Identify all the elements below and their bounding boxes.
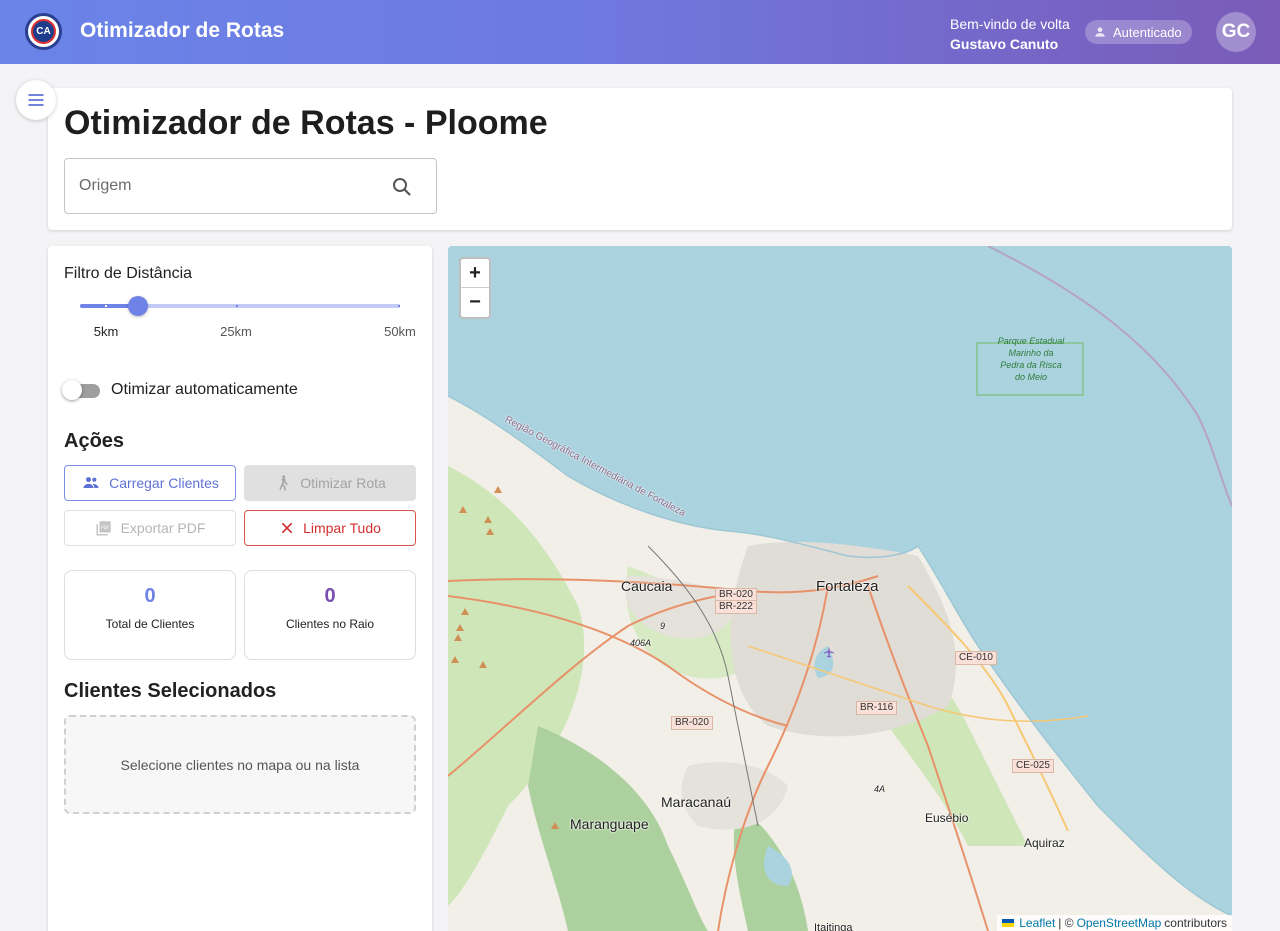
total-clients-value: 0	[144, 585, 156, 607]
total-clients-label: Total de Clientes	[105, 617, 195, 631]
app-logo: CA	[25, 13, 62, 50]
place-caucaia: Caucaia	[621, 578, 673, 594]
place-itaitinga: Itaitinga	[814, 922, 853, 931]
auth-status-chip: Autenticado	[1085, 20, 1192, 44]
road-ref: 4A	[874, 784, 886, 794]
optimize-route-button[interactable]: Otimizar Rota	[244, 465, 416, 501]
slider-thumb[interactable]	[128, 296, 148, 316]
place-maranguape: Maranguape	[570, 816, 649, 832]
road-shield: BR-222	[715, 600, 757, 614]
clear-all-button[interactable]: Limpar Tudo	[244, 510, 416, 546]
menu-button[interactable]	[16, 80, 56, 120]
place-eusebio: Eusébio	[925, 811, 969, 825]
ukraine-flag-icon	[1002, 919, 1015, 927]
slider-mark-label-25km: 25km	[220, 324, 252, 339]
attribution-contributors: contributors	[1164, 916, 1227, 930]
walking-icon	[279, 475, 289, 491]
welcome-text: Bem-vindo de volta	[950, 16, 1070, 32]
road-shield: CE-010	[955, 651, 997, 665]
title-card: Otimizador de Rotas - Ploome	[48, 88, 1232, 230]
road-ref: 9	[660, 621, 666, 631]
export-pdf-button[interactable]: PDF Exportar PDF	[64, 510, 236, 546]
route-map[interactable]: Parque Estadual Marinho da Pedra da Risc…	[448, 246, 1232, 931]
road-shield: BR-020	[671, 716, 713, 730]
actions-heading: Ações	[64, 430, 125, 452]
distance-filter-label: Filtro de Distância	[64, 265, 193, 282]
export-pdf-label: Exportar PDF	[120, 520, 206, 536]
search-icon[interactable]	[390, 175, 414, 199]
app-title: Otimizador de Rotas	[80, 19, 285, 42]
load-clients-label: Carregar Clientes	[109, 475, 219, 491]
slider-mark	[398, 305, 400, 307]
origin-input[interactable]	[79, 177, 379, 195]
leaflet-link[interactable]: Leaflet	[1019, 916, 1055, 930]
airport-icon	[824, 647, 834, 658]
menu-icon	[28, 94, 44, 106]
zoom-out-button[interactable]: −	[461, 288, 489, 317]
osm-link[interactable]: OpenStreetMap	[1077, 916, 1162, 930]
distance-slider[interactable]	[80, 296, 400, 316]
place-maracanau: Maracanaú	[661, 794, 732, 810]
welcome-block: Bem-vindo de volta Gustavo Canuto	[950, 14, 1070, 54]
person-icon	[1095, 27, 1105, 37]
slider-mark	[105, 305, 107, 307]
zoom-in-button[interactable]: +	[461, 259, 489, 288]
app-header: CA Otimizador de Rotas Bem-vindo de volt…	[0, 0, 1280, 64]
clients-in-radius-value: 0	[324, 585, 336, 607]
attribution-separator: | ©	[1058, 916, 1074, 930]
clients-in-radius-label: Clientes no Raio	[285, 617, 375, 631]
auth-status-label: Autenticado	[1113, 24, 1182, 40]
selected-clients-empty: Selecione clientes no mapa ou na lista	[64, 715, 416, 814]
road-shield: BR-116	[856, 701, 898, 715]
load-clients-button[interactable]: Carregar Clientes	[64, 465, 236, 501]
optimize-route-label: Otimizar Rota	[300, 475, 386, 491]
road-ref: 406A	[630, 638, 652, 648]
auto-optimize-label: Otimizar automaticamente	[111, 381, 298, 398]
page-title: Otimizador de Rotas - Ploome	[64, 104, 548, 142]
close-icon	[281, 522, 293, 534]
total-clients-card: 0 Total de Clientes	[64, 570, 236, 660]
svg-text:PDF: PDF	[101, 525, 110, 531]
selected-clients-heading: Clientes Selecionados	[64, 680, 277, 702]
user-name: Gustavo Canuto	[950, 36, 1059, 52]
user-avatar[interactable]: GC	[1216, 12, 1256, 52]
place-aquiraz: Aquiraz	[1024, 836, 1065, 850]
pdf-icon: PDF	[96, 521, 111, 536]
place-fortaleza: Fortaleza	[816, 578, 879, 595]
zoom-control: + −	[459, 257, 491, 319]
origin-field[interactable]	[64, 158, 437, 214]
road-shield: CE-025	[1012, 759, 1054, 773]
group-icon	[83, 477, 99, 488]
map-attribution: Leaflet | © OpenStreetMap contributors	[997, 915, 1232, 931]
switch-thumb	[62, 380, 82, 400]
control-panel: Filtro de Distância 5km 25km 50km Otimiz…	[48, 246, 432, 931]
slider-mark-label-50km: 50km	[384, 324, 416, 339]
park-label: Parque Estadual Marinho da Pedra da Risc…	[997, 336, 1065, 382]
auto-optimize-switch[interactable]	[62, 380, 100, 402]
slider-mark-label-5km: 5km	[93, 324, 119, 339]
slider-mark	[236, 305, 238, 307]
clear-all-label: Limpar Tudo	[303, 520, 381, 536]
clients-in-radius-card: 0 Clientes no Raio	[244, 570, 416, 660]
